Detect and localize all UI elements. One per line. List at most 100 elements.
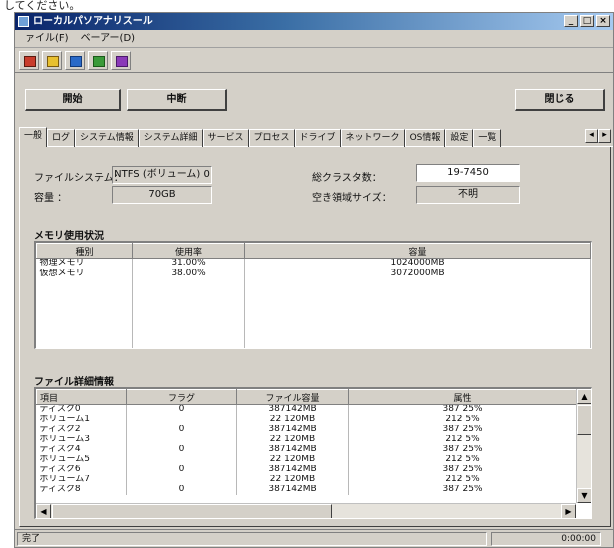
cell: 212 5% <box>348 434 577 445</box>
cell <box>132 338 245 348</box>
cell: 387142MB <box>236 444 349 455</box>
table-row[interactable]: ボリューム3 22 120MB 212 5% <box>36 434 577 445</box>
cell <box>132 318 245 329</box>
cell <box>132 298 245 309</box>
table-row[interactable]: ディスク8 0 387142MB 387 25% <box>36 484 577 495</box>
table-row[interactable]: ディスク0 0 387142MB 387 25% <box>36 404 577 415</box>
toolbar-print-icon[interactable] <box>88 51 108 70</box>
table-row[interactable]: ボリューム7 22 120MB 212 5% <box>36 474 577 485</box>
cell <box>126 414 237 425</box>
file-table-vscroll[interactable]: ▲ ▼ <box>576 389 591 503</box>
toolbar-help-icon[interactable] <box>111 51 131 70</box>
table-row[interactable]: ボリューム1 22 120MB 212 5% <box>36 414 577 425</box>
tab-general[interactable]: 一般 <box>19 127 48 147</box>
memory-col-capacity[interactable]: 容量 <box>244 243 591 259</box>
scroll-up-icon[interactable]: ▲ <box>577 389 591 404</box>
scroll-right-icon[interactable]: ▶ <box>561 504 576 518</box>
cell <box>132 328 245 339</box>
hscroll-thumb[interactable] <box>52 504 332 518</box>
toolbar-save-icon[interactable] <box>42 51 62 70</box>
tab-os-info[interactable]: OS情報 <box>404 129 446 147</box>
cell <box>36 328 133 339</box>
title-bar[interactable]: ローカルパソアナリスール _ □ × <box>15 13 613 30</box>
cell <box>36 288 133 299</box>
tab-drives[interactable]: ドライブ <box>294 129 341 147</box>
app-window: ローカルパソアナリスール _ □ × ァイル(F) ベーアー(D) 開始 中断 … <box>14 12 614 548</box>
cell <box>126 454 237 465</box>
general-panel: ファイルシステム： NTFS (ボリューム) 0 容量 ： 70GB 総クラスタ… <box>19 147 611 527</box>
cell: 212 5% <box>348 454 577 465</box>
memory-col-usage[interactable]: 使用率 <box>132 243 245 259</box>
cell: ディスク2 <box>36 424 127 435</box>
tab-scroll: ◂ ▸ <box>585 129 611 143</box>
table-row[interactable] <box>36 328 591 339</box>
table-row[interactable] <box>36 288 591 299</box>
table-row[interactable]: ディスク6 0 387142MB 387 25% <box>36 464 577 475</box>
table-row[interactable] <box>36 318 591 329</box>
stop-button[interactable]: 中断 <box>127 89 227 111</box>
tab-scroll-left-icon[interactable]: ◂ <box>585 129 598 143</box>
table-row[interactable] <box>36 278 591 289</box>
minimize-button[interactable]: _ <box>564 15 578 27</box>
file-section-title: ファイル詳細情報 <box>34 377 114 388</box>
cell: 22 120MB <box>236 414 349 425</box>
cell: 0 <box>126 444 237 455</box>
memory-col-type[interactable]: 種別 <box>36 243 133 259</box>
cell <box>126 474 237 485</box>
toolbar-open-icon[interactable] <box>19 51 39 70</box>
cell <box>36 308 133 319</box>
clusters-value: 19-7450 <box>416 164 520 182</box>
table-row[interactable] <box>36 338 591 348</box>
cell <box>244 328 591 339</box>
toolbar-refresh-icon[interactable] <box>65 51 85 70</box>
table-row[interactable]: 物理メモリ 31.00% 1024000MB <box>36 258 591 269</box>
menu-bar: ァイル(F) ベーアー(D) <box>15 30 613 48</box>
table-row[interactable]: ディスク4 0 387142MB 387 25% <box>36 444 577 455</box>
cell: 38.00% <box>132 268 245 279</box>
cell: 387 25% <box>348 404 577 415</box>
cell <box>244 338 591 348</box>
start-button[interactable]: 開始 <box>25 89 121 111</box>
tab-log[interactable]: ログ <box>47 129 76 147</box>
tab-network[interactable]: ネットワーク <box>340 129 405 147</box>
file-col-attr[interactable]: 属性 <box>348 389 577 405</box>
file-col-flag[interactable]: フラグ <box>126 389 237 405</box>
tab-scroll-right-icon[interactable]: ▸ <box>598 129 611 143</box>
menu-data[interactable]: ベーアー(D) <box>75 31 142 47</box>
size-value: 70GB <box>112 186 212 204</box>
tab-services[interactable]: サービス <box>202 129 249 147</box>
fs-label: ファイルシステム： <box>34 173 124 184</box>
cell: 387142MB <box>236 404 349 415</box>
memory-table: 種別 使用率 容量 物理メモリ 31.00% 1024000MB 仮想メモリ 38.0… <box>34 241 592 349</box>
cell: 0 <box>126 404 237 415</box>
status-bar: 完了 0:00:00 <box>15 529 613 547</box>
table-row[interactable]: 仮想メモリ 38.00% 3072000MB <box>36 268 591 279</box>
cell: 22 120MB <box>236 454 349 465</box>
cell: 387142MB <box>236 424 349 435</box>
file-table-hscroll[interactable]: ◀ ▶ <box>36 503 576 518</box>
file-col-item[interactable]: 項目 <box>36 389 127 405</box>
tab-system-info[interactable]: システム情報 <box>75 129 139 147</box>
tab-settings[interactable]: 設定 <box>445 129 474 147</box>
clusters-label: 総クラスタ数： <box>312 173 382 184</box>
maximize-button[interactable]: □ <box>580 15 594 27</box>
tab-processes[interactable]: プロセス <box>248 129 295 147</box>
table-row[interactable]: ディスク2 0 387142MB 387 25% <box>36 424 577 435</box>
cell: 物理メモリ <box>36 258 133 269</box>
tab-system-detail[interactable]: システム詳細 <box>138 129 203 147</box>
table-row[interactable] <box>36 308 591 319</box>
scroll-down-icon[interactable]: ▼ <box>577 488 591 503</box>
file-col-size[interactable]: ファイル容量 <box>236 389 349 405</box>
table-row[interactable]: ボリューム5 22 120MB 212 5% <box>36 454 577 465</box>
vscroll-thumb[interactable] <box>577 405 591 435</box>
cell <box>36 338 133 348</box>
table-row[interactable] <box>36 298 591 309</box>
toolbar <box>15 49 613 73</box>
close-button[interactable]: 閉じる <box>515 89 605 111</box>
close-window-button[interactable]: × <box>596 15 610 27</box>
cell: 0 <box>126 424 237 435</box>
tab-list[interactable]: 一覧 <box>473 129 502 147</box>
free-label: 空き領域サイズ： <box>312 193 392 204</box>
menu-file[interactable]: ァイル(F) <box>19 31 75 47</box>
scroll-left-icon[interactable]: ◀ <box>36 504 51 518</box>
